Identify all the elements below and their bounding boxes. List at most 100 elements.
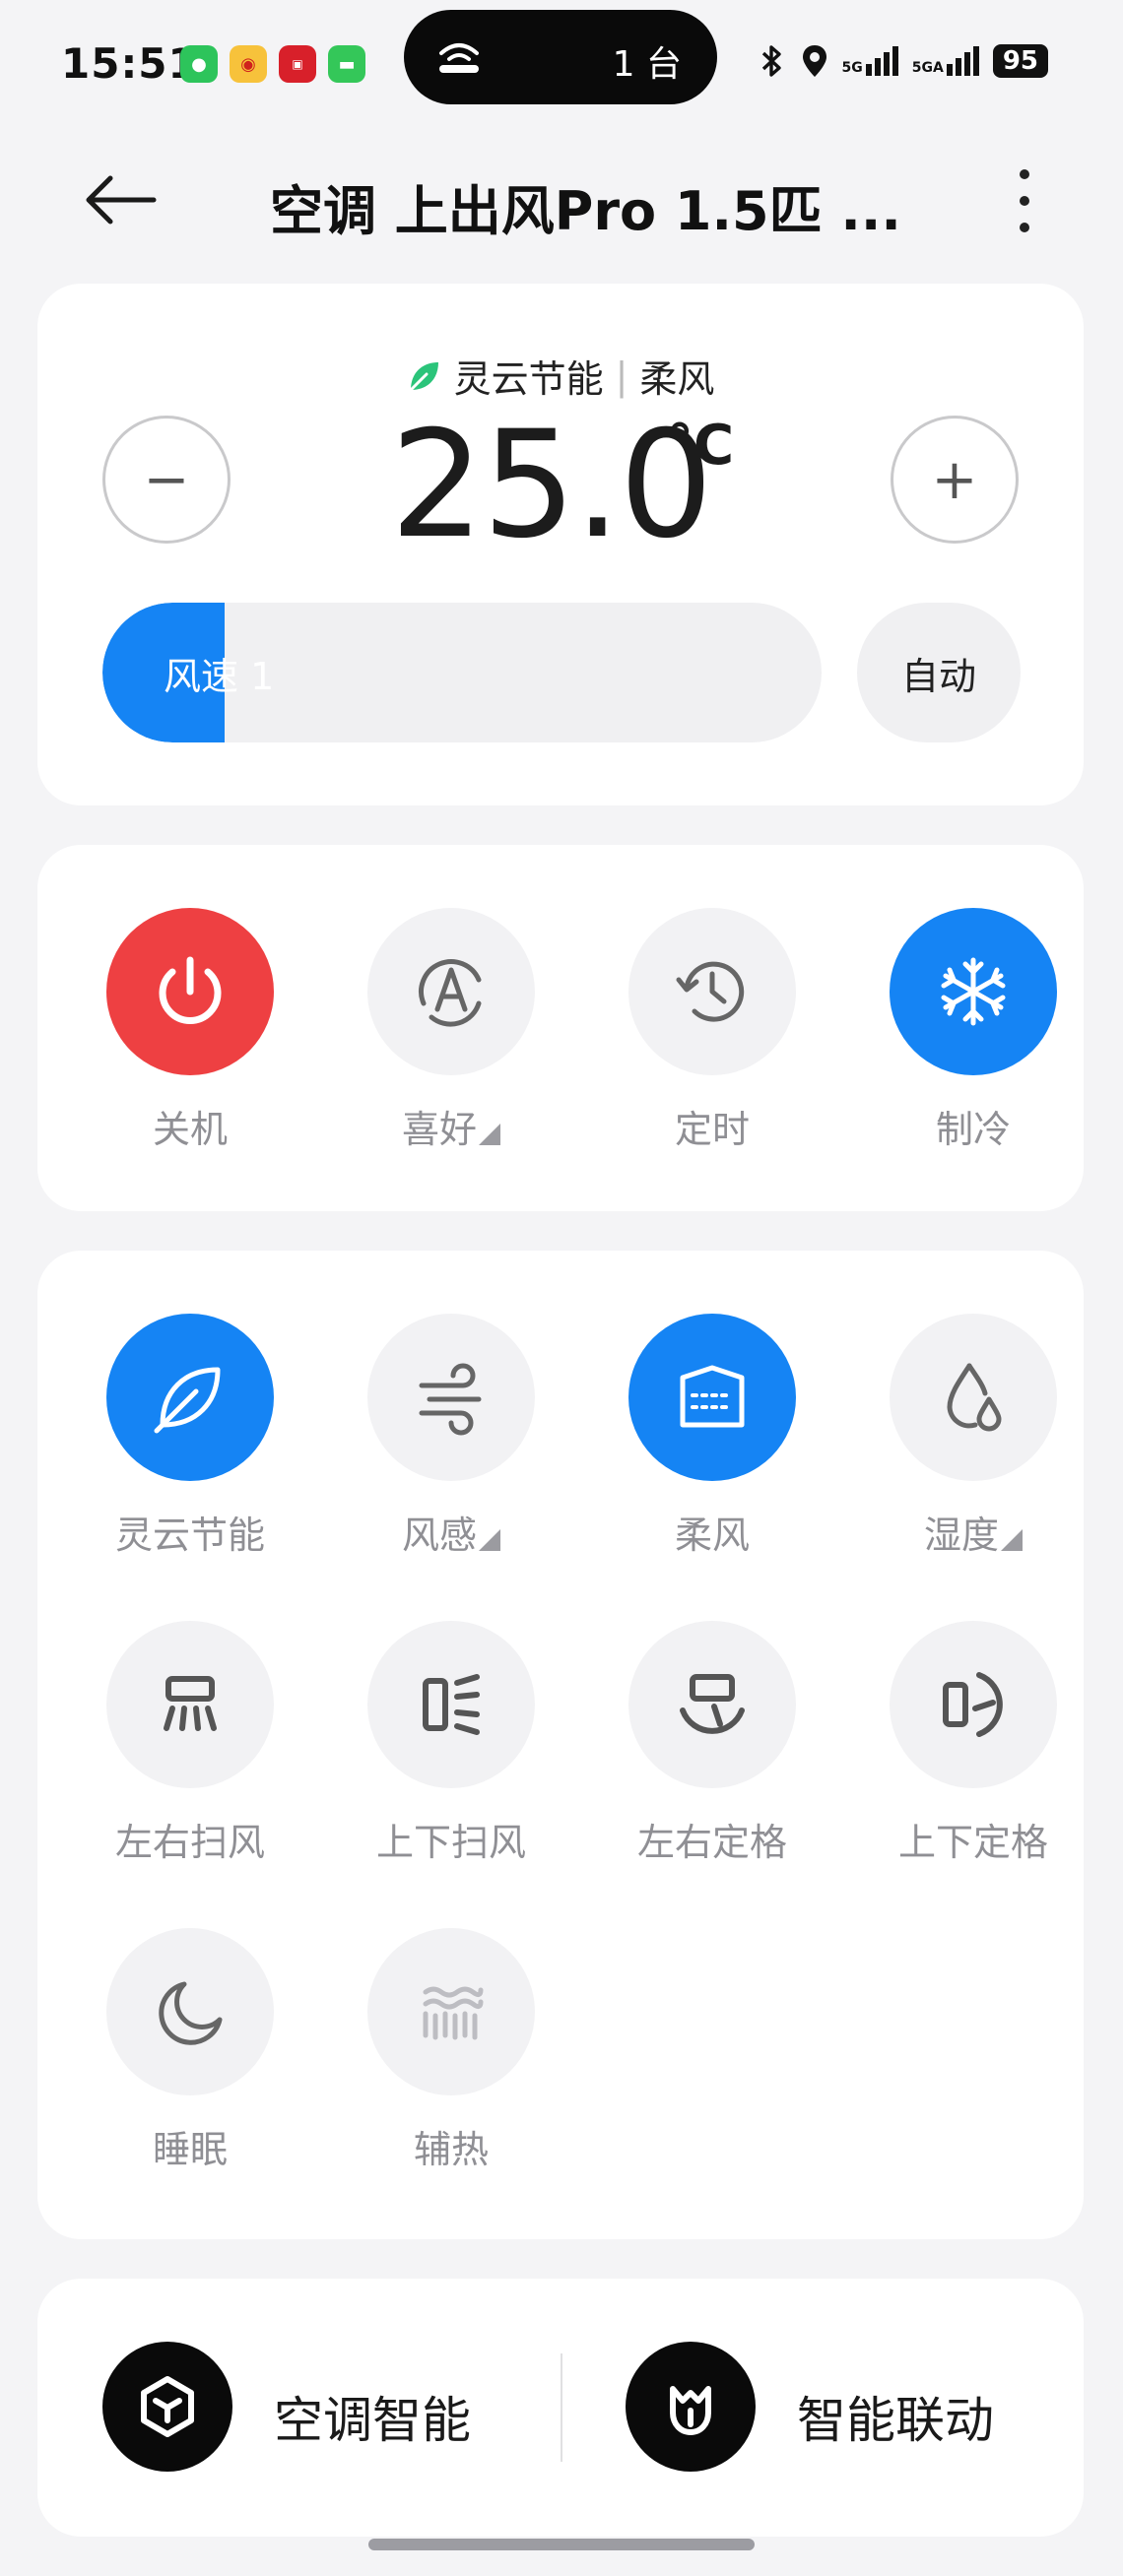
plus-icon: + [931,447,978,512]
temperature-increase-button[interactable]: + [891,416,1019,544]
horizontal-fix-label: 左右定格 [604,1812,821,1866]
aux-heat-label-text: 辅热 [413,2128,489,2171]
horizontal-fix-icon [680,1674,745,1734]
status-time: 15:51 [61,39,198,88]
more-options-button[interactable] [1005,163,1044,238]
vertical-fix-circle [890,1621,1057,1788]
back-button[interactable] [81,165,169,234]
sleep-label: 睡眠 [82,2119,298,2173]
eco-leaf-icon [409,361,438,391]
horizontal-swing-icon [164,1676,217,1731]
soft-wind-label: 柔风 [604,1505,821,1559]
vertical-swing-icon [423,1674,480,1735]
wind-icon [419,1363,482,1436]
smart-linkage-button[interactable]: 智能联动 [561,2279,1084,2537]
ac-smart-button[interactable]: 空调智能 [37,2279,561,2537]
power-button[interactable]: 关机 [82,908,298,1151]
power-icon [159,956,222,1024]
mode-primary-label: 灵云节能 [453,357,604,401]
minus-icon: − [143,447,190,512]
aux-heat-circle [367,1928,535,2095]
active-mode-status: 灵云节能 | 柔风 [37,349,1084,403]
status-app-icons: ● ◉ ▣ ▬ [180,45,365,83]
vertical-fix-label: 上下定格 [865,1812,1082,1866]
wind-feel-label: 风感 [343,1505,560,1559]
power-label-text: 关机 [152,1108,228,1151]
horizontal-swing-label-text: 左右扫风 [114,1821,265,1864]
preference-label: 喜好 [343,1099,560,1153]
dot-icon [1020,223,1029,232]
cooling-label: 制冷 [865,1099,1082,1153]
horizontal-fix-button[interactable]: 左右定格 [604,1621,821,1864]
cooling-mode-button[interactable]: 制冷 [865,908,1082,1151]
dot-icon [1020,169,1029,179]
horizontal-fix-circle [628,1621,796,1788]
dynamic-island[interactable]: 1 台 [404,10,717,104]
sleep-button[interactable]: 睡眠 [82,1928,298,2171]
timer-circle [628,908,796,1075]
submenu-indicator-icon [479,1529,500,1551]
humidity-circle [890,1314,1057,1481]
horizontal-fix-label-text: 左右定格 [636,1821,787,1864]
smart-linkage-icon-circle [626,2342,756,2472]
wechat-icon: ● [180,45,218,83]
vertical-swing-button[interactable]: 上下扫风 [343,1621,560,1864]
humidity-button[interactable]: 湿度 [865,1314,1082,1557]
humidity-label-text: 湿度 [923,1513,999,1557]
mode-divider: | [615,354,628,398]
ac-smart-icon-circle [102,2342,232,2472]
vertical-fix-icon [943,1672,1003,1737]
horizontal-swing-circle [106,1621,274,1788]
timer-label-text: 定时 [674,1108,750,1151]
submenu-indicator-icon [479,1124,500,1145]
horizontal-swing-button[interactable]: 左右扫风 [82,1621,298,1864]
mode-card: 关机 喜好 定时 制冷 [37,845,1084,1211]
eco-label-text: 灵云节能 [114,1513,265,1557]
top-app-bar: 空调 上出风Pro 1.5匹 ... [0,128,1123,266]
wind-feel-button[interactable]: 风感 [343,1314,560,1557]
temperature-value: 25.0 [390,400,713,571]
eco-mode-button[interactable]: 灵云节能 [82,1314,298,1557]
humidity-icon [947,1363,1002,1432]
page-title: 空调 上出风Pro 1.5匹 ... [270,180,901,242]
timer-button[interactable]: 定时 [604,908,821,1151]
fan-speed-slider[interactable]: 风速 1 [102,603,822,742]
air-conditioner-icon [439,43,479,73]
power-label: 关机 [82,1099,298,1153]
soft-wind-button[interactable]: 柔风 [604,1314,821,1557]
weibo-icon: ◉ [230,45,267,83]
sleep-circle [106,1928,274,2095]
home-indicator[interactable] [368,2539,755,2550]
soft-wind-label-text: 柔风 [674,1513,750,1557]
ac-smart-label: 空调智能 [274,2392,471,2449]
moon-icon [159,1981,223,2045]
vertical-fix-button[interactable]: 上下定格 [865,1621,1082,1864]
timer-icon [676,961,745,1022]
fan-auto-button[interactable]: 自动 [857,603,1021,742]
preference-button[interactable]: 喜好 [343,908,560,1151]
eco-circle [106,1314,274,1481]
heat-icon [423,1986,484,2040]
power-circle [106,908,274,1075]
temperature-decrease-button[interactable]: − [102,416,231,544]
wind-feel-label-text: 风感 [401,1513,477,1557]
cooling-circle [890,908,1057,1075]
aux-heat-button[interactable]: 辅热 [343,1928,560,2171]
wind-feel-circle [367,1314,535,1481]
snowflake-icon [941,957,1006,1026]
dot-icon [1020,196,1029,206]
soft-wind-icon [680,1365,745,1428]
temperature-unit: °C [666,414,735,478]
preference-circle [367,908,535,1075]
signal-label-1: 5G [841,60,863,76]
device-count: 1 台 [612,44,682,85]
humidity-label: 湿度 [865,1505,1082,1559]
leaf-icon [154,1367,221,1434]
fan-speed-label: 风速 1 [164,655,275,698]
status-indicators: 5G 5GA 95 [758,43,1048,79]
status-bar: 15:51 ● ◉ ▣ ▬ 1 台 5G 5GA 95 [0,0,1123,128]
vertical-fix-label-text: 上下定格 [897,1821,1048,1864]
smart-features-card: 空调智能 智能联动 [37,2279,1084,2537]
eco-label: 灵云节能 [82,1505,298,1559]
preference-a-icon [419,959,482,1027]
